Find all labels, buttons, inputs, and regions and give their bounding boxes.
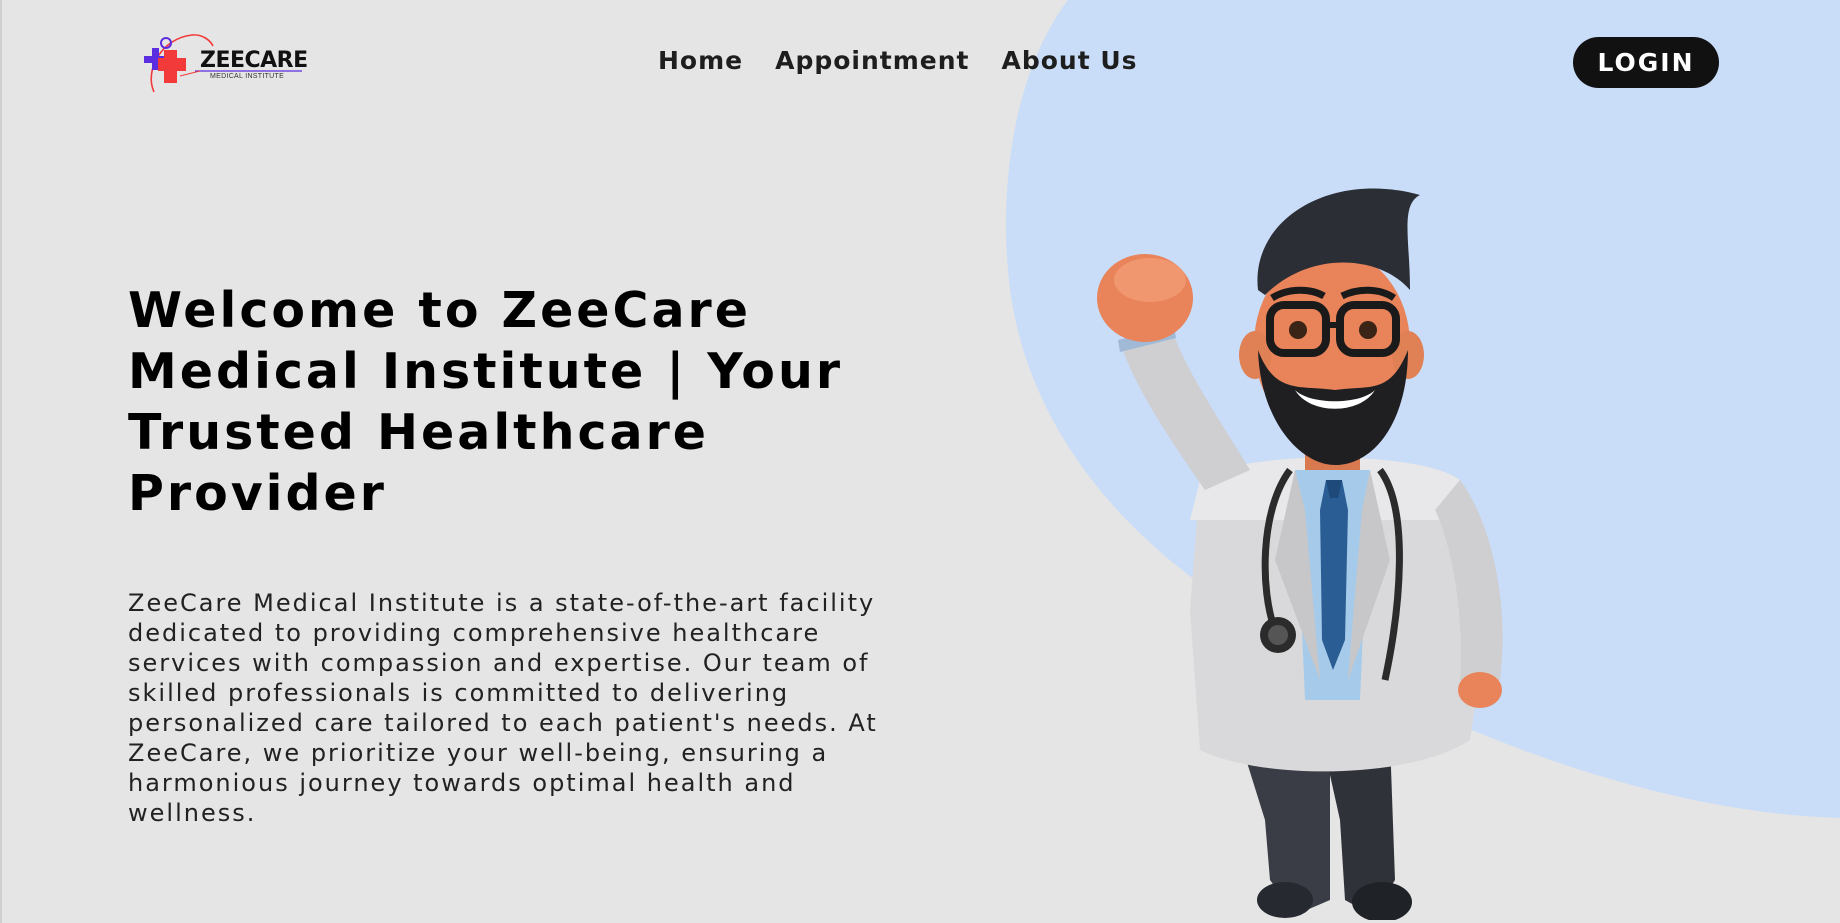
logo-tagline: MEDICAL INSTITUTE xyxy=(210,73,285,80)
nav-home[interactable]: Home xyxy=(658,46,743,75)
login-button[interactable]: LOGIN xyxy=(1573,37,1719,88)
doctor-illustration xyxy=(1097,188,1503,920)
nav-about-us[interactable]: About Us xyxy=(1002,46,1138,75)
nav-appointment[interactable]: Appointment xyxy=(775,46,969,75)
main-nav: Home Appointment About Us xyxy=(658,46,1138,75)
hero-description: ZeeCare Medical Institute is a state-of-… xyxy=(128,589,878,827)
logo-wordmark: ZEECARE xyxy=(200,48,308,73)
landing-page: ZEECARE MEDICAL INSTITUTE Home Appointme… xyxy=(0,0,1840,923)
hero-title: Welcome to ZeeCare Medical Institute | Y… xyxy=(128,282,844,522)
logo[interactable]: ZEECARE MEDICAL INSTITUTE xyxy=(140,30,310,100)
page-edge xyxy=(0,0,2,923)
